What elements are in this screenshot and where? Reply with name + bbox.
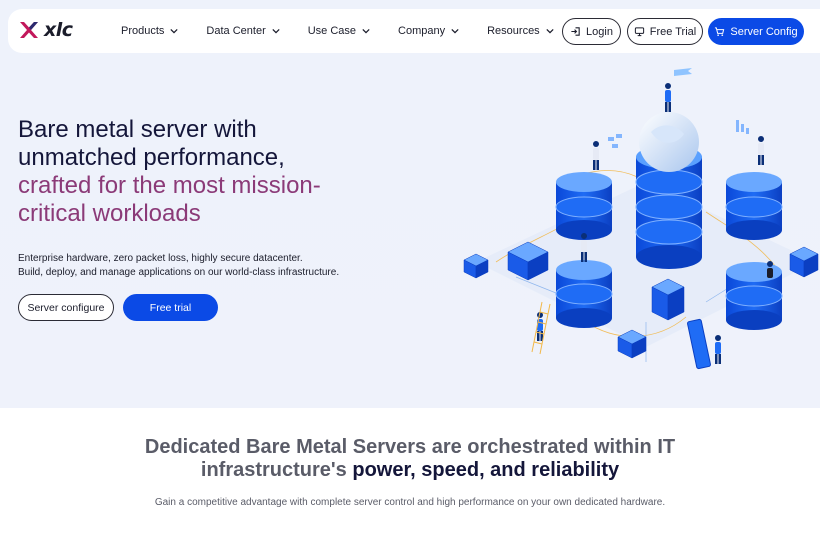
chevron-down-icon	[546, 28, 554, 34]
menu-resources[interactable]: Resources	[487, 25, 554, 37]
hero-title-line: unmatched performance,	[18, 144, 285, 171]
chevron-down-icon	[272, 28, 280, 34]
server-config-label: Server Config	[730, 25, 798, 38]
menu-label: Data Center	[206, 25, 266, 37]
login-icon	[571, 27, 580, 36]
hero-title-accent: crafted for the most mission-	[18, 172, 321, 199]
free-trial-cta-button[interactable]: Free trial	[123, 294, 218, 321]
menu-label: Products	[121, 25, 165, 37]
cart-icon	[715, 27, 725, 36]
logo[interactable]: xlc	[18, 19, 73, 41]
chevron-down-icon	[170, 28, 179, 34]
hero-title-accent: critical workloads	[18, 200, 201, 227]
monitor-icon	[634, 27, 644, 37]
section-heading-strong: power, speed, and reliability	[352, 459, 620, 481]
login-button[interactable]: Login	[562, 18, 621, 45]
menu-products[interactable]: Products	[121, 25, 179, 37]
menu-label: Resources	[487, 25, 540, 37]
chevron-down-icon	[451, 28, 459, 34]
top-navigation: xlc Products Data Center Use Case Compan…	[8, 9, 820, 53]
menu-company[interactable]: Company	[398, 25, 459, 37]
login-label: Login	[586, 25, 613, 38]
server-config-button[interactable]: Server Config	[708, 18, 804, 45]
free-trial-label: Free Trial	[649, 25, 697, 38]
hero-subtitle-line: Build, deploy, and manage applications o…	[18, 267, 340, 278]
section-heading-line: infrastructure's	[200, 459, 353, 481]
free-trial-button[interactable]: Free Trial	[627, 18, 703, 45]
menu-use-case[interactable]: Use Case	[308, 25, 370, 37]
server-configure-button[interactable]: Server configure	[18, 294, 114, 321]
hero-title: Bare metal server with unmatched perform…	[18, 116, 398, 228]
xlc-logo-icon	[20, 22, 38, 38]
menu-label: Use Case	[307, 25, 357, 37]
datacenter-illustration	[463, 68, 819, 370]
menu-label: Company	[398, 25, 446, 37]
hero-subtitle: Enterprise hardware, zero packet loss, h…	[18, 252, 398, 280]
main-menu: Products Data Center Use Case Company Re…	[121, 9, 582, 53]
section-text: Gain a competitive advantage with comple…	[154, 497, 666, 508]
menu-data-center[interactable]: Data Center	[206, 25, 280, 37]
hero-subtitle-line: Enterprise hardware, zero packet loss, h…	[18, 253, 303, 264]
chevron-down-icon	[362, 28, 370, 34]
section-heading-line: Dedicated Bare Metal Servers are orchest…	[144, 436, 676, 458]
hero-title-line: Bare metal server with	[18, 116, 257, 143]
brand-name: xlc	[44, 19, 73, 41]
section-heading: Dedicated Bare Metal Servers are orchest…	[0, 436, 820, 482]
hero-section: xlc Products Data Center Use Case Compan…	[0, 0, 820, 408]
